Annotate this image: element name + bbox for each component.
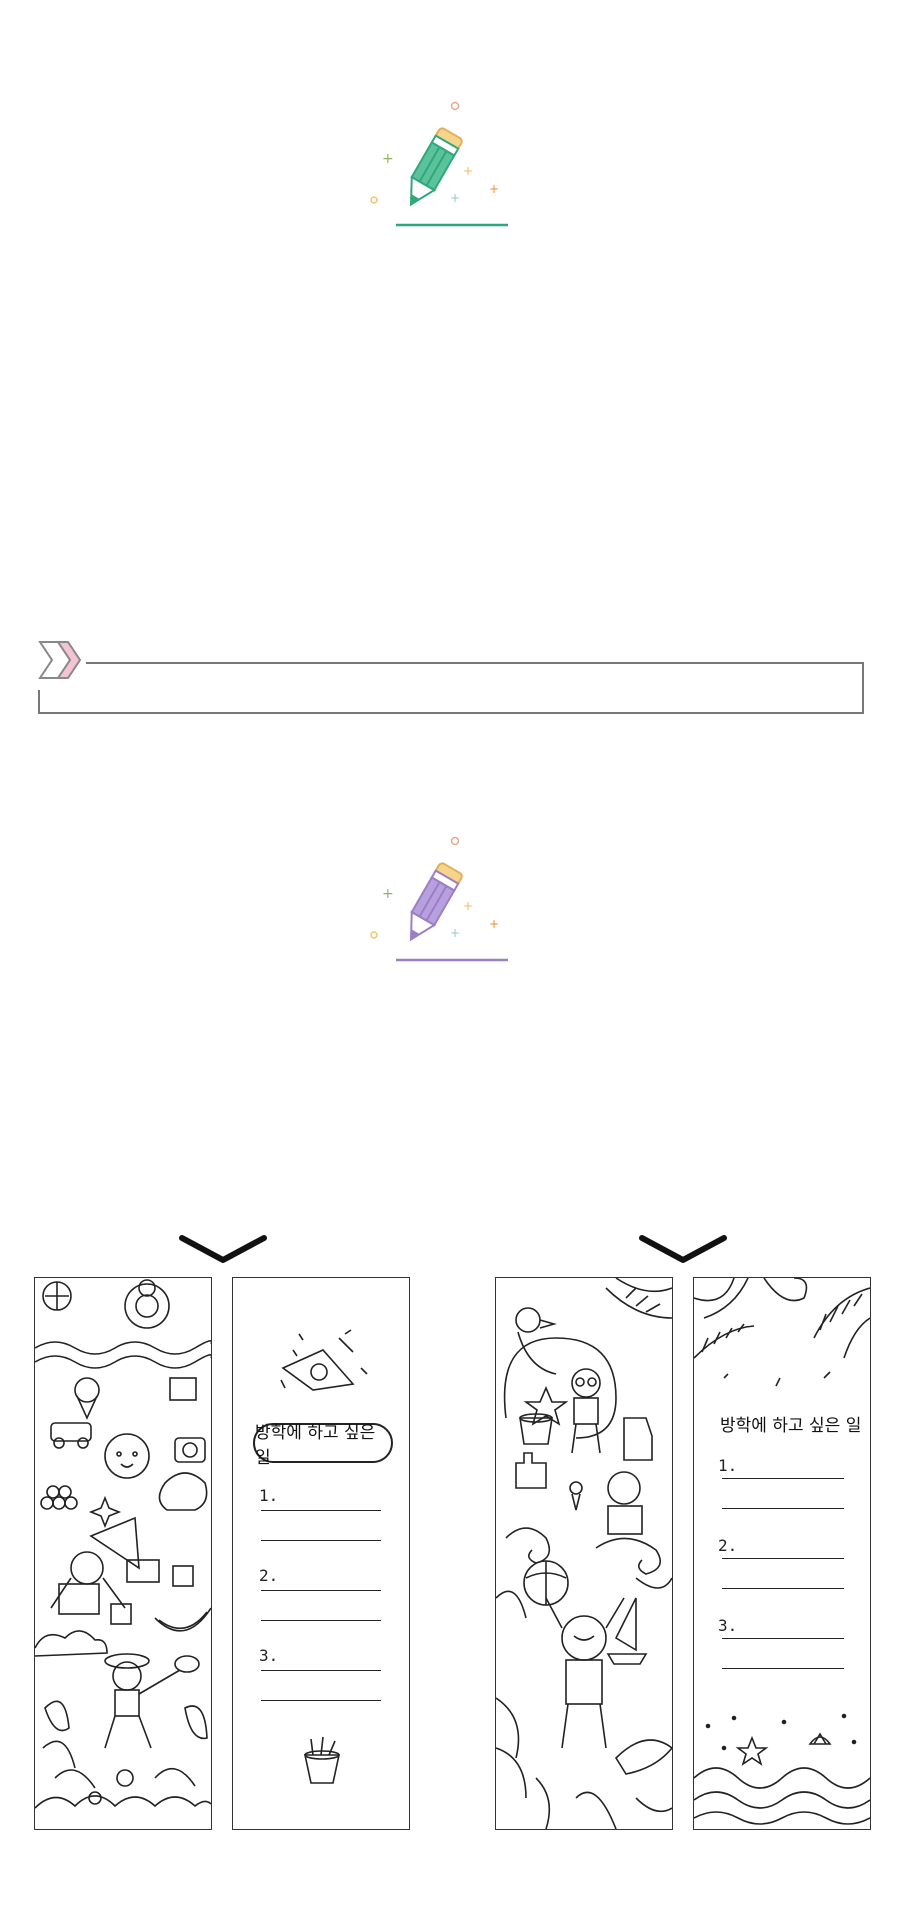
list-item-number: 2. (259, 1566, 279, 1585)
svg-text:+: + (463, 899, 473, 913)
writing-line (722, 1668, 844, 1669)
crayon-cup-icon (304, 1736, 340, 1784)
chevron-down-icon (179, 1235, 267, 1263)
svg-text:+: + (382, 151, 394, 167)
svg-text:+: + (489, 917, 499, 931)
green-pencil-icon: + + + + (360, 95, 520, 235)
writing-line (261, 1670, 381, 1671)
writing-line (722, 1478, 844, 1479)
writing-line (261, 1540, 381, 1541)
party-confetti-icon (280, 1329, 368, 1391)
palm-leaves-icon (694, 1278, 870, 1387)
list-item-number: 2. (718, 1536, 738, 1555)
beach-waves-icon (694, 1713, 870, 1825)
svg-text:+: + (382, 886, 394, 902)
list-heading: 방학에 하고 싶은 일 (253, 1423, 393, 1468)
writing-line (722, 1588, 844, 1589)
list-item-number: 3. (718, 1616, 738, 1635)
svg-text:+: + (450, 191, 460, 205)
chevron-down-icon (639, 1235, 727, 1263)
bookmark-list-card: 방학에 하고 싶은 일 1. 2. 3. (232, 1277, 410, 1830)
list-item-number: 3. (259, 1646, 279, 1665)
writing-line (261, 1510, 381, 1511)
writing-line (261, 1700, 381, 1701)
writing-line (722, 1558, 844, 1559)
title-box (38, 640, 864, 714)
list-heading: 방학에 하고 싶은 일 (720, 1416, 862, 1436)
svg-text:+: + (489, 182, 499, 196)
list-item-number: 1. (259, 1486, 279, 1505)
list-item-number: 1. (718, 1456, 738, 1475)
svg-text:+: + (450, 926, 460, 940)
bookmark-illustration-card (34, 1277, 212, 1830)
bookmark-illustration-card (495, 1277, 673, 1830)
writing-line (722, 1638, 844, 1639)
purple-pencil-icon: + + + + (360, 830, 520, 970)
writing-line (722, 1508, 844, 1509)
svg-text:+: + (463, 164, 473, 178)
writing-line (261, 1620, 381, 1621)
writing-line (261, 1590, 381, 1591)
bookmark-list-card: 방학에 하고 싶은 일 1. 2. 3. (693, 1277, 871, 1830)
